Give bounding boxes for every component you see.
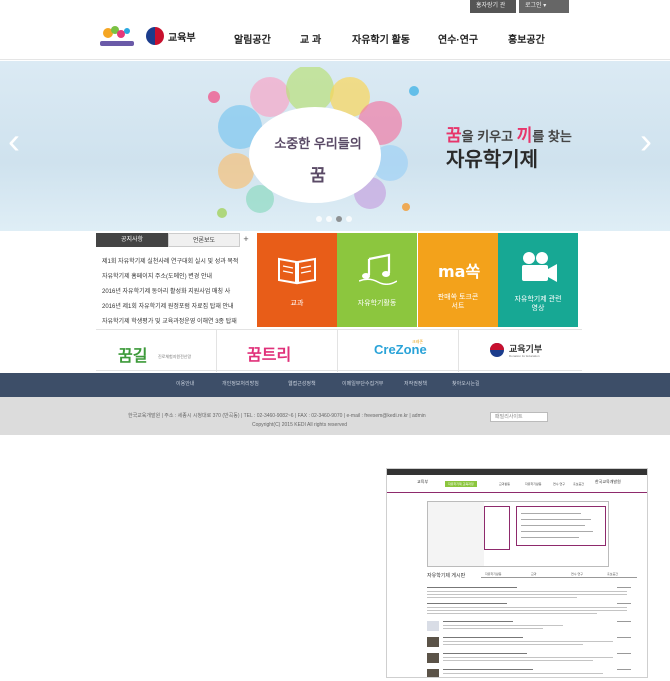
- tile-free-semester-activities[interactable]: 자유학기활동: [337, 233, 417, 327]
- tile-activities-label: 자유학기활동: [357, 300, 397, 307]
- banner-donation-sub: Donation for Education: [509, 354, 540, 358]
- news-item[interactable]: 2016년 제1회 자유학기제 원정포럼 자료집 탑재 안내: [102, 300, 254, 315]
- tile-talk-concert[interactable]: ma쏙 판매쏙 토크콘서트: [418, 233, 498, 327]
- news-item[interactable]: 자유학기제 학생평가 및 교육과정운영 이해연 3종 탑재: [102, 315, 254, 330]
- banner-education-donation[interactable]: 교육기부 Donation for Education: [459, 330, 580, 372]
- thumb-tab: 연수·연구: [571, 572, 584, 576]
- news-item[interactable]: 2016년 자유학기제 동아리 활성화 지원사업 매칭 사: [102, 285, 254, 300]
- partner-banners: 꿈길 진로체험지원전산망 꿈트리 CreZone 크레존 교육기부 Donati…: [96, 329, 582, 372]
- banner-crezone[interactable]: CreZone 크레존: [338, 330, 459, 372]
- news-tabs: 공지사항 언론보도 +: [96, 233, 256, 247]
- footer-link-directions[interactable]: 찾아오시는길: [452, 380, 480, 387]
- education-donation-emblem-icon: [490, 343, 504, 357]
- svg-text:ma쏙: ma쏙: [438, 262, 480, 281]
- news-item[interactable]: 자유학기제 홈페이지 주소(도메인) 변경 안내: [102, 270, 254, 285]
- thumb-hero-image: [428, 502, 484, 566]
- slide-dot-3[interactable]: [336, 216, 342, 222]
- thumb-nav-item: 자유학기제 교육과정: [445, 481, 477, 487]
- nav-notice[interactable]: 알림공간: [234, 31, 271, 46]
- footer-nav: 이용안내 개인정보처리방침 웹접근성정책 이메일무단수집거부 저작권정책 찾아오…: [0, 373, 670, 397]
- ministry-logo-text: 교육부: [168, 33, 196, 44]
- thumb-board-title: 자유학기제 게시판: [427, 573, 466, 579]
- talk-concert-logo: ma쏙: [438, 262, 480, 281]
- thumb-hero: [427, 501, 609, 567]
- news-panel: 공지사항 언론보도 + 제1회 자유학기제 실천사례 연구대회 실시 및 성과 …: [96, 233, 256, 327]
- hero-prev-arrow-icon[interactable]: ‹: [8, 123, 20, 159]
- nav-subjects[interactable]: 교 과: [300, 31, 321, 46]
- utility-link-manage[interactable]: 홍자랑기 관리: [470, 0, 516, 22]
- family-site-select[interactable]: 패밀리사이트: [490, 412, 548, 422]
- hero-slogan-line1: 소중한 우리들의: [274, 136, 362, 151]
- hero-slogan-line2: 꿈: [310, 166, 326, 185]
- thumb-tab: 교과: [531, 572, 537, 576]
- hero-next-arrow-icon[interactable]: ›: [640, 123, 652, 159]
- tab-press[interactable]: 언론보도: [168, 233, 240, 247]
- thumb-menu-box: [484, 506, 510, 550]
- banner-crezone-sub: 크레존: [412, 339, 424, 344]
- news-more-button[interactable]: +: [240, 233, 252, 247]
- footer-link-copyright[interactable]: 저작권정책: [404, 380, 427, 387]
- festival-logo[interactable]: [96, 24, 138, 50]
- thumb-nav-item: 교과활동: [499, 482, 511, 486]
- footer-link-email-refusal[interactable]: 이메일무단수집거부: [342, 380, 383, 387]
- banner-kumtree[interactable]: 꿈트리: [217, 330, 338, 372]
- footer-link-privacy[interactable]: 개인정보처리방침: [222, 380, 259, 387]
- thumb-kedi-logo: 한국교육개발원: [595, 479, 621, 484]
- thumb-notice-box: [516, 506, 606, 546]
- top-utility-bar: 홍자랑기 관리 로그인 ▾: [0, 0, 670, 22]
- slide-dot-2[interactable]: [326, 216, 332, 222]
- book-icon: [278, 257, 316, 285]
- thumb-nav-item: 연수·연구: [553, 482, 566, 486]
- tile-talk-concert-label: 판매쏙 토크콘서트: [437, 294, 479, 310]
- site-header: 교육부 알림공간 교 과 자유학기 활동 연수·연구 홍보공간: [0, 14, 670, 60]
- ministry-logo[interactable]: 교육부: [146, 26, 206, 48]
- hero-banner: ‹ › 소중한 우리들의 꿈 꿈을 키우고 끼를 찾는 자유학기제: [0, 61, 670, 231]
- footer-link-accessibility[interactable]: 웹접근성정책: [288, 380, 316, 387]
- thumb-header: 교육부 자유학기제 교육과정 교과활동 자유학기활동 연수·연구 홍보공간 한국…: [387, 475, 647, 493]
- banner-kumtree-logo: 꿈트리: [247, 347, 292, 364]
- slide-dot-1[interactable]: [316, 216, 322, 222]
- site-footer: 한국교육개발원 | 주소 : 세종시 시청대로 370 (반곡동) | TEL …: [0, 397, 670, 435]
- music-icon: [359, 253, 397, 285]
- hero-title: 자유학기제: [446, 149, 538, 171]
- nav-free-semester-activities[interactable]: 자유학기 활동: [352, 31, 410, 46]
- banner-kumgil[interactable]: 꿈길 진로체험지원전산망: [96, 330, 217, 372]
- footer-link-usage[interactable]: 이용안내: [176, 380, 194, 387]
- news-item[interactable]: 제1회 자유학기제 실천사례 연구대회 실시 및 성과 목적: [102, 255, 254, 270]
- tile-subjects[interactable]: 교과: [257, 233, 337, 327]
- previous-site-thumbnail: 교육부 자유학기제 교육과정 교과활동 자유학기활동 연수·연구 홍보공간 한국…: [386, 468, 648, 678]
- nav-training-research[interactable]: 연수·연구: [438, 31, 478, 46]
- footer-address: 한국교육개발원 | 주소 : 세종시 시청대로 370 (반곡동) | TEL …: [128, 413, 426, 419]
- hero-tagline-suffix: 를 찾는: [532, 129, 572, 144]
- thumb-tab: 홍보공간: [607, 572, 619, 576]
- thumb-board-tabs: 자유학기활동 교과 연수·연구 홍보공간: [481, 572, 637, 578]
- footer-copyright: Copyright(C) 2015 KEDI All rights reserv…: [252, 422, 348, 428]
- thumb-nav-item: 자유학기활동: [525, 482, 542, 486]
- tab-notice[interactable]: 공지사항: [96, 233, 168, 247]
- thumb-nav-item: 홍보공간: [573, 482, 585, 486]
- tile-subjects-label: 교과: [290, 300, 304, 307]
- slide-dot-4[interactable]: [346, 216, 352, 222]
- banner-kumgil-logo: 꿈길: [118, 348, 148, 365]
- banner-kumgil-sub: 진로체험지원전산망: [158, 354, 192, 359]
- main-content: 공지사항 언론보도 + 제1회 자유학기제 실천사례 연구대회 실시 및 성과 …: [0, 231, 670, 373]
- video-camera-icon: [522, 252, 557, 282]
- thumb-tab: 자유학기활동: [485, 572, 502, 576]
- news-list: 제1회 자유학기제 실천사례 연구대회 실시 및 성과 목적 자유학기제 홈페이…: [102, 255, 254, 330]
- thumb-logo: 교육부: [417, 479, 429, 484]
- nav-promotion[interactable]: 홍보공간: [508, 31, 545, 46]
- tile-videos-label: 자유학기제 관련영상: [514, 296, 562, 312]
- tile-related-videos[interactable]: 자유학기제 관련영상: [498, 233, 578, 327]
- hero-slogan-bubble: 소중한 우리들의 꿈: [258, 121, 378, 203]
- utility-link-login[interactable]: 로그인 ▾: [519, 0, 569, 13]
- ministry-emblem-icon: [146, 27, 164, 45]
- hero-tagline-mid: 을 키우고: [461, 129, 517, 144]
